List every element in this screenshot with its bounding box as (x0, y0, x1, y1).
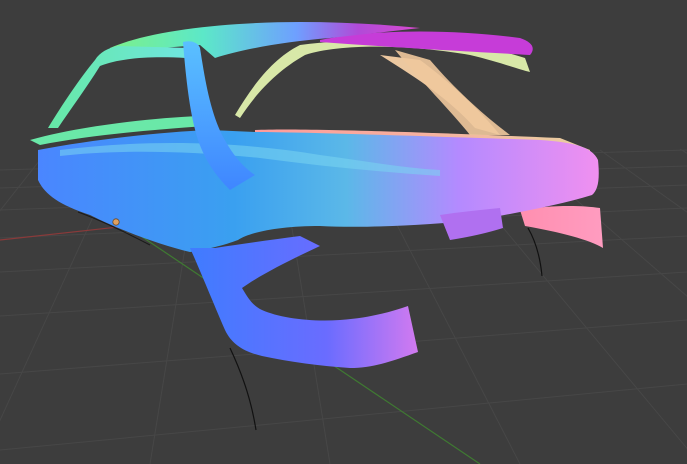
front-guide-curve (229, 347, 257, 431)
3d-viewport[interactable] (0, 0, 687, 464)
rear-guide-curve (527, 227, 543, 277)
origin-marker[interactable] (112, 218, 120, 226)
viewport-canvas[interactable] (0, 0, 687, 464)
rear-bumper-panel (520, 205, 603, 248)
c-pillar (395, 50, 510, 135)
windshield-frame (48, 46, 190, 128)
